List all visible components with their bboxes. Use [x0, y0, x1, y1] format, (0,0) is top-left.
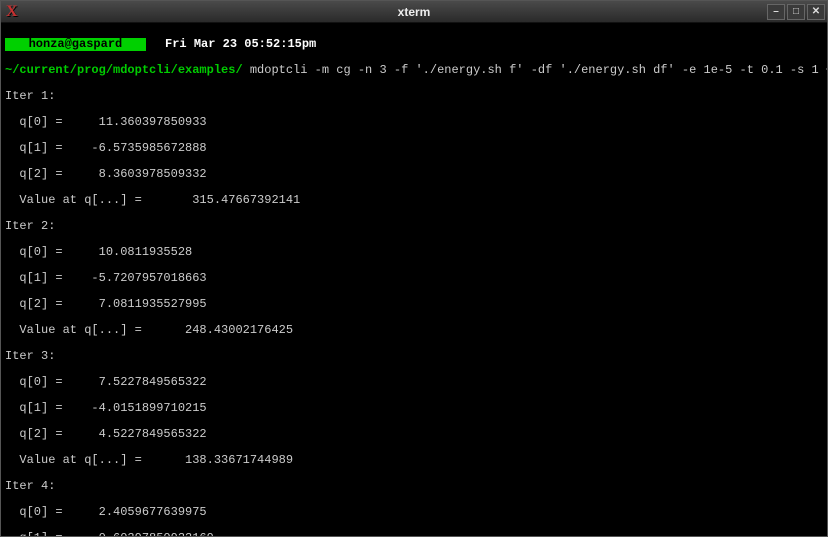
prompt-path: ~/current/prog/mdoptcli/examples/: [5, 63, 243, 77]
output-line: Iter 3:: [5, 350, 823, 363]
titlebar[interactable]: xterm – □ ✕: [1, 1, 827, 23]
terminal-area[interactable]: honza@gaspard Fri Mar 23 05:52:15pm ~/cu…: [1, 23, 827, 536]
command-text: mdoptcli -m cg -n 3 -f './energy.sh f' -…: [243, 63, 827, 77]
output-line: q[1] = -6.5735985672888: [5, 142, 823, 155]
output-line: q[0] = 10.0811935528: [5, 246, 823, 259]
output-line: Iter 2:: [5, 220, 823, 233]
output-line: q[1] = -5.7207957018663: [5, 272, 823, 285]
status-line-1: honza@gaspard Fri Mar 23 05:52:15pm: [5, 38, 823, 51]
status-time: Fri Mar 23 05:52:15pm: [158, 38, 316, 51]
output-line: q[2] = 7.0811935527995: [5, 298, 823, 311]
maximize-button[interactable]: □: [787, 4, 805, 20]
minimize-button[interactable]: –: [767, 4, 785, 20]
output-line: Value at q[...] = 248.43002176425: [5, 324, 823, 337]
output-line: q[2] = 4.5227849565322: [5, 428, 823, 441]
output-line: q[0] = 7.5227849565322: [5, 376, 823, 389]
xterm-window: xterm – □ ✕ honza@gaspard Fri Mar 23 05:…: [0, 0, 828, 537]
output-line: Value at q[...] = 315.47667392141: [5, 194, 823, 207]
output-line: q[0] = 11.360397850933: [5, 116, 823, 129]
output-line: q[1] = -0.60397850933169: [5, 532, 823, 536]
output-line: Iter 4:: [5, 480, 823, 493]
output-line: Value at q[...] = 138.33671744989: [5, 454, 823, 467]
output-line: Iter 1:: [5, 90, 823, 103]
window-title: xterm: [398, 5, 431, 19]
window-controls: – □ ✕: [767, 4, 827, 20]
output-line: q[0] = 2.4059677639975: [5, 506, 823, 519]
app-icon: [3, 3, 21, 21]
close-button[interactable]: ✕: [807, 4, 825, 20]
output-line: q[1] = -4.0151899710215: [5, 402, 823, 415]
output-line: q[2] = 8.3603978509332: [5, 168, 823, 181]
prompt-line-1: ~/current/prog/mdoptcli/examples/ mdoptc…: [5, 64, 823, 77]
status-user: honza@gaspard: [5, 38, 146, 51]
